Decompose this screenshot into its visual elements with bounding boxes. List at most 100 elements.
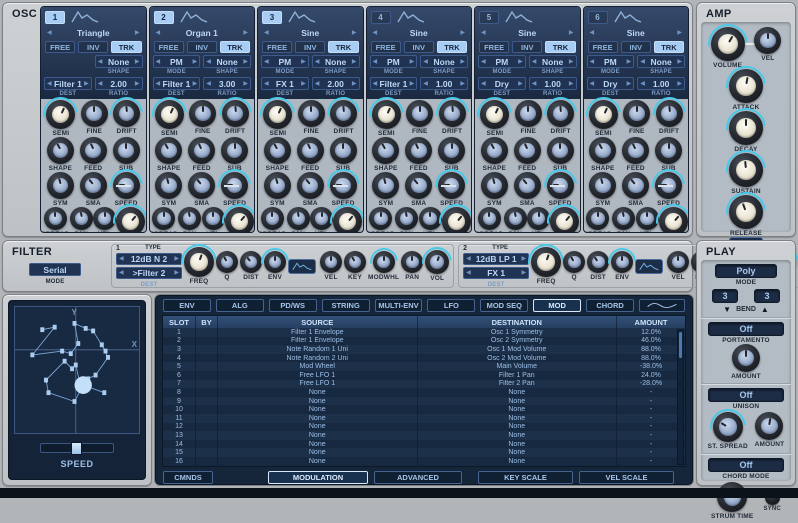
knob-drift[interactable] xyxy=(330,100,357,127)
xy-node[interactable] xyxy=(91,329,95,334)
knob-shape[interactable] xyxy=(589,137,616,164)
mod-slot-row[interactable]: 9NoneNone- xyxy=(163,397,685,406)
knob-sub[interactable] xyxy=(330,137,357,164)
knob-drift[interactable] xyxy=(656,100,683,127)
knob-pan[interactable] xyxy=(70,207,93,230)
xy-node[interactable] xyxy=(74,363,78,368)
mod-slot-row[interactable]: 13NoneNone- xyxy=(163,431,685,440)
knob-q[interactable] xyxy=(216,251,238,273)
knob-semi[interactable] xyxy=(480,100,509,129)
knob-pan[interactable] xyxy=(612,207,635,230)
mode-selector[interactable]: ◀PM▶ xyxy=(153,55,201,68)
xy-node[interactable] xyxy=(106,355,110,360)
knob-modwhl[interactable] xyxy=(373,251,395,273)
xy-node[interactable] xyxy=(40,327,44,332)
knob-sub[interactable] xyxy=(438,137,465,164)
chord-mode-toggle[interactable]: Off xyxy=(708,458,784,472)
mod-slot-row[interactable]: 14NoneNone- xyxy=(163,440,685,449)
xy-node[interactable] xyxy=(94,373,98,378)
filter-type-selector[interactable]: ◀12dB N 2▶ xyxy=(116,253,182,265)
mod-slot-row[interactable]: 5Mod WheelMain Volume-38.0% xyxy=(163,362,685,371)
inv-button[interactable]: INV xyxy=(295,41,325,53)
knob-volume[interactable] xyxy=(711,27,745,61)
dest-selector[interactable]: ◀FX 1▶ xyxy=(261,77,309,90)
osc-number-button[interactable]: 5 xyxy=(479,11,499,24)
knob-pan[interactable] xyxy=(504,207,527,230)
knob-sub[interactable] xyxy=(113,137,140,164)
knob-vel[interactable] xyxy=(667,251,689,273)
knob-vol[interactable] xyxy=(425,250,449,274)
filter-dest-selector[interactable]: ◀>Filter 2▶ xyxy=(116,267,182,279)
xy-node[interactable] xyxy=(73,321,77,326)
knob-feed[interactable] xyxy=(622,137,649,164)
table-scrollbar-thumb[interactable] xyxy=(679,332,682,358)
knob-volume[interactable] xyxy=(550,207,579,233)
knob-pan[interactable] xyxy=(178,207,201,230)
knob-amount[interactable] xyxy=(732,344,760,372)
knob-sym[interactable] xyxy=(47,172,74,199)
mod-slot-row[interactable]: 12NoneNone- xyxy=(163,423,685,432)
tab-alg[interactable]: ALG xyxy=(216,299,264,312)
tab-lfo[interactable]: LFO xyxy=(427,299,475,312)
tab-modulation[interactable]: MODULATION xyxy=(268,471,368,484)
xy-node[interactable] xyxy=(60,349,64,354)
mod-slot-row[interactable]: 2Filter 1 EnvelopeOsc 2 Symmetry46.0% xyxy=(163,337,685,346)
knob-sym[interactable] xyxy=(264,172,291,199)
wave-selector[interactable]: ◀Sine▶ xyxy=(478,26,577,39)
mod-slot-row[interactable]: 3Note Random 1 UniOsc 1 Mod Volume88.0% xyxy=(163,345,685,354)
bend-up-value[interactable]: 3 xyxy=(754,289,780,303)
free-button[interactable]: FREE xyxy=(45,41,75,53)
dest-selector[interactable]: ◀Dry▶ xyxy=(587,77,635,90)
inv-button[interactable]: INV xyxy=(512,41,542,53)
xy-node[interactable] xyxy=(63,359,67,364)
tab-chord[interactable]: CHORD xyxy=(586,299,634,312)
knob-semi[interactable] xyxy=(263,100,292,129)
mod-slot-row[interactable]: 15NoneNone- xyxy=(163,448,685,457)
filter-env-icon[interactable] xyxy=(635,259,663,274)
knob-semi[interactable] xyxy=(589,100,618,129)
knob-sma[interactable] xyxy=(622,172,649,199)
knob-key[interactable] xyxy=(344,251,366,273)
knob-speed[interactable] xyxy=(655,172,682,199)
xy-node[interactable] xyxy=(70,366,74,371)
knob-semi[interactable] xyxy=(155,100,184,129)
table-scrollbar[interactable] xyxy=(677,329,684,465)
scope-tab[interactable] xyxy=(639,299,685,312)
knob-spread[interactable] xyxy=(369,207,392,230)
ratio-selector[interactable]: ◀2.00▶ xyxy=(312,77,360,90)
knob-freq[interactable] xyxy=(531,247,561,277)
dest-selector[interactable]: ◀Dry▶ xyxy=(478,77,526,90)
knob-volume[interactable] xyxy=(442,207,471,233)
xy-node[interactable] xyxy=(104,349,108,354)
knob-sub[interactable] xyxy=(655,137,682,164)
trk-button[interactable]: TRK xyxy=(437,41,467,53)
knob-vel[interactable] xyxy=(754,27,781,54)
free-button[interactable]: FREE xyxy=(371,41,401,53)
mod-slot-row[interactable]: 11NoneNone- xyxy=(163,414,685,423)
inv-button[interactable]: INV xyxy=(404,41,434,53)
wave-selector[interactable]: ◀Organ 1▶ xyxy=(153,26,252,39)
mod-slot-row[interactable]: 7Free LFO 1Filter 2 Pan-28.0% xyxy=(163,380,685,389)
osc-number-button[interactable]: 1 xyxy=(45,11,65,24)
knob-decay[interactable] xyxy=(729,111,763,145)
unison-toggle[interactable]: Off xyxy=(708,388,784,402)
osc-number-button[interactable]: 3 xyxy=(262,11,282,24)
knob-volume[interactable] xyxy=(659,207,688,233)
knob-pan[interactable] xyxy=(287,207,310,230)
knob-freq[interactable] xyxy=(184,247,214,277)
knob-pan[interactable] xyxy=(401,251,423,273)
knob-fine[interactable] xyxy=(298,100,325,127)
mod-slot-row[interactable]: 8NoneNone- xyxy=(163,388,685,397)
knob-spread[interactable] xyxy=(586,207,609,230)
tab-mod-seq[interactable]: MOD SEQ xyxy=(480,299,528,312)
knob-shape[interactable] xyxy=(481,137,508,164)
knob-drift[interactable] xyxy=(113,100,140,127)
knob-fine[interactable] xyxy=(406,100,433,127)
shape-selector[interactable]: ◀None▶ xyxy=(203,55,251,68)
knob-speed[interactable] xyxy=(221,172,248,199)
osc-number-button[interactable]: 4 xyxy=(371,11,391,24)
knob-sub[interactable] xyxy=(221,137,248,164)
tab-pd-ws[interactable]: PD/WS xyxy=(269,299,317,312)
filter-dest-selector[interactable]: ◀FX 1▶ xyxy=(463,267,529,279)
knob-amount[interactable] xyxy=(755,412,783,440)
